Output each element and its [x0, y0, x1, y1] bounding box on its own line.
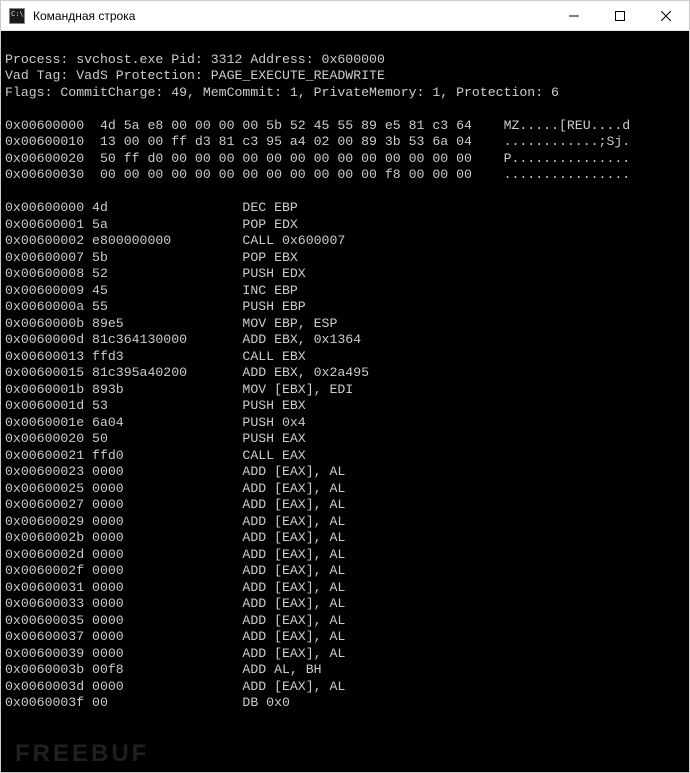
disasm-row: 0x00600009 45 INC EBP	[5, 283, 683, 300]
disasm-row: 0x00600039 0000 ADD [EAX], AL	[5, 646, 683, 663]
disasm-row: 0x0060000b 89e5 MOV EBP, ESP	[5, 316, 683, 333]
disasm-row: 0x00600037 0000 ADD [EAX], AL	[5, 629, 683, 646]
blank-line	[5, 184, 683, 201]
disasm-row: 0x0060001e 6a04 PUSH 0x4	[5, 415, 683, 432]
command-prompt-icon	[9, 8, 25, 24]
disasm-row: 0x00600008 52 PUSH EDX	[5, 266, 683, 283]
blank-line	[5, 35, 683, 52]
disasm-row: 0x00600029 0000 ADD [EAX], AL	[5, 514, 683, 531]
disasm-row: 0x00600020 50 PUSH EAX	[5, 431, 683, 448]
minimize-button[interactable]	[551, 1, 597, 30]
disasm-row: 0x00600033 0000 ADD [EAX], AL	[5, 596, 683, 613]
hexdump-row: 0x00600020 50 ff d0 00 00 00 00 00 00 00…	[5, 151, 683, 168]
window-title: Командная строка	[31, 9, 551, 23]
disasm-row: 0x00600027 0000 ADD [EAX], AL	[5, 497, 683, 514]
disasm-row: 0x0060002f 0000 ADD [EAX], AL	[5, 563, 683, 580]
disasm-row: 0x0060002b 0000 ADD [EAX], AL	[5, 530, 683, 547]
window-controls	[551, 1, 689, 30]
disasm-row: 0x00600025 0000 ADD [EAX], AL	[5, 481, 683, 498]
disasm-row: 0x0060002d 0000 ADD [EAX], AL	[5, 547, 683, 564]
disasm-row: 0x0060003f 00 DB 0x0	[5, 695, 683, 712]
disasm-row: 0x0060000a 55 PUSH EBP	[5, 299, 683, 316]
disasm-row: 0x00600000 4d DEC EBP	[5, 200, 683, 217]
console-output[interactable]: Process: svchost.exe Pid: 3312 Address: …	[1, 31, 689, 772]
disasm-row: 0x00600021 ffd0 CALL EAX	[5, 448, 683, 465]
disasm-row: 0x00600035 0000 ADD [EAX], AL	[5, 613, 683, 630]
blank-line	[5, 101, 683, 118]
disasm-row: 0x00600023 0000 ADD [EAX], AL	[5, 464, 683, 481]
header-line: Flags: CommitCharge: 49, MemCommit: 1, P…	[5, 85, 683, 102]
disasm-row: 0x00600002 e800000000 CALL 0x600007	[5, 233, 683, 250]
window-titlebar: Командная строка	[1, 1, 689, 31]
hexdump-row: 0x00600010 13 00 00 ff d3 81 c3 95 a4 02…	[5, 134, 683, 151]
disasm-row: 0x00600015 81c395a40200 ADD EBX, 0x2a495	[5, 365, 683, 382]
watermark: FREEBUF	[15, 746, 149, 763]
hexdump-row: 0x00600030 00 00 00 00 00 00 00 00 00 00…	[5, 167, 683, 184]
header-line: Vad Tag: VadS Protection: PAGE_EXECUTE_R…	[5, 68, 683, 85]
disassembly-block: 0x00600000 4d DEC EBP0x00600001 5a POP E…	[5, 200, 683, 712]
disasm-row: 0x0060000d 81c364130000 ADD EBX, 0x1364	[5, 332, 683, 349]
disasm-row: 0x0060001d 53 PUSH EBX	[5, 398, 683, 415]
maximize-button[interactable]	[597, 1, 643, 30]
disasm-row: 0x0060001b 893b MOV [EBX], EDI	[5, 382, 683, 399]
disasm-row: 0x0060003d 0000 ADD [EAX], AL	[5, 679, 683, 696]
disasm-row: 0x00600031 0000 ADD [EAX], AL	[5, 580, 683, 597]
hexdump-block: 0x00600000 4d 5a e8 00 00 00 00 5b 52 45…	[5, 118, 683, 184]
disasm-row: 0x0060003b 00f8 ADD AL, BH	[5, 662, 683, 679]
close-button[interactable]	[643, 1, 689, 30]
header-line: Process: svchost.exe Pid: 3312 Address: …	[5, 52, 683, 69]
hexdump-row: 0x00600000 4d 5a e8 00 00 00 00 5b 52 45…	[5, 118, 683, 135]
disasm-row: 0x00600013 ffd3 CALL EBX	[5, 349, 683, 366]
disasm-row: 0x00600007 5b POP EBX	[5, 250, 683, 267]
disasm-row: 0x00600001 5a POP EDX	[5, 217, 683, 234]
